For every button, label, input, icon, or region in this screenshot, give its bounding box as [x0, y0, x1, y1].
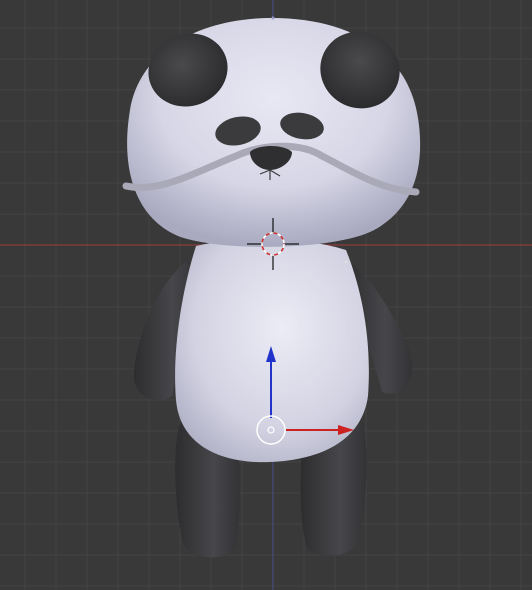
viewport-scene[interactable] [0, 0, 532, 590]
vertex-marker [344, 260, 348, 264]
3d-viewport[interactable] [0, 0, 532, 590]
vertex-marker [271, 16, 275, 20]
